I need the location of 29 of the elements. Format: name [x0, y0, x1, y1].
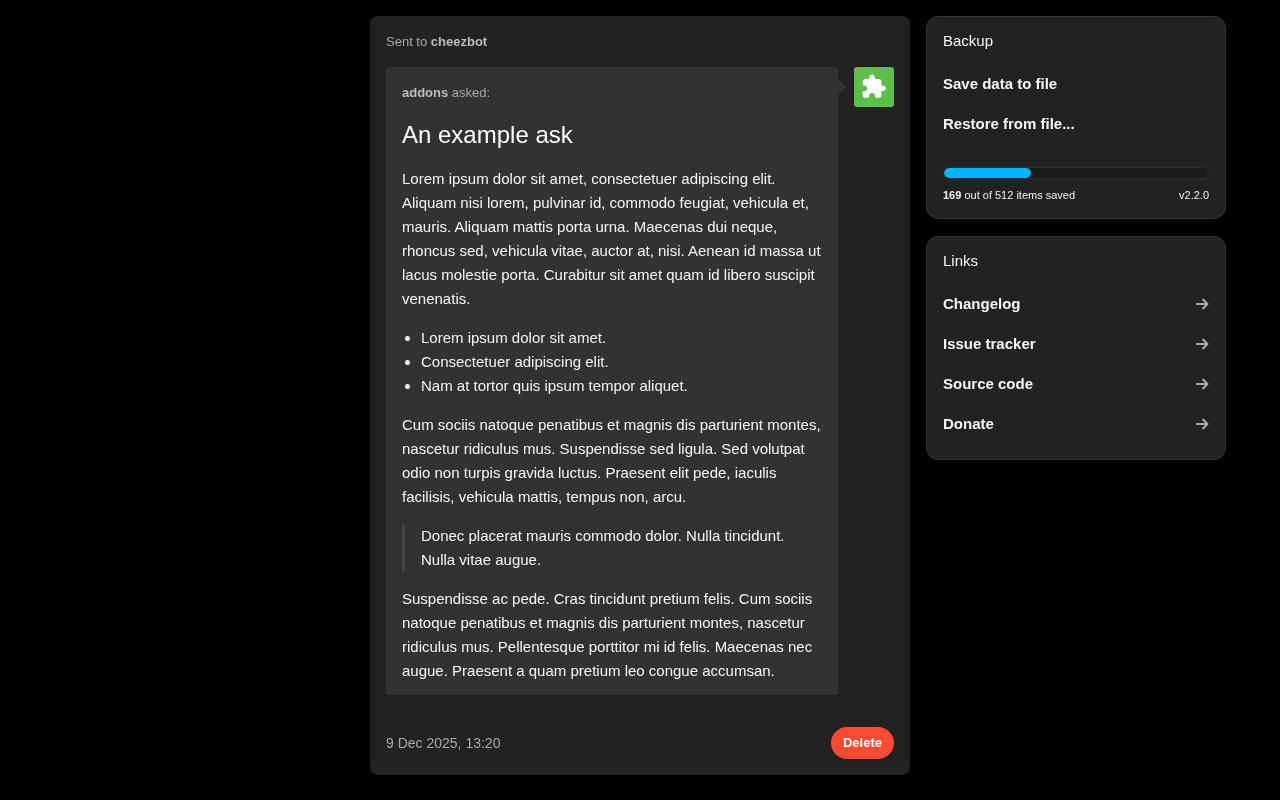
version-label: v2.2.0: [1179, 188, 1209, 203]
list-item-text: Lorem ipsum dolor sit amet.: [421, 328, 607, 348]
arrow-right-icon: [1196, 338, 1209, 350]
panel-title: Links: [943, 251, 980, 271]
progress-caption: 169 out of 512 items saved: [943, 188, 1076, 203]
arrow-right-icon: [1196, 378, 1209, 390]
link-item[interactable]: Changelog: [943, 284, 1209, 324]
body-paragraph: Lorem ipsum dolor sit amet, consectetuer adipiscing elit. Aliquam nisi lorem, pulvinar id, commodo feugiat, vehicula et, mauris. Aliquam mattis porta urna. Maecenas dui neque, rhoncus sed, vehicula vitae, auctor at, nisi. Aenean id massa ut lacus molestie porta. Curabitur sit amet quam id libero suscipit venenatis.: [402, 169, 822, 309]
recipient-line: Sent to cheezbot: [386, 33, 489, 51]
panel-title: Backup: [943, 31, 995, 51]
arrow-right-icon: [1196, 418, 1209, 430]
link-item[interactable]: Issue tracker: [943, 324, 1209, 364]
body-paragraph: Suspendisse ac pede. Cras tincidunt pretium felis. Cum sociis natoque penatibus et magnis dis parturient montes, nascetur ridiculus mus. Pellentesque porttitor mi id felis. Maecenas nec augue. Praesent a quam pretium leo congue accumsan.: [402, 589, 814, 681]
asker-line: addons asked:: [402, 84, 492, 102]
block-quote: Donec placerat mauris commodo dolor. Nulla tincidunt. Nulla vitae augue.: [402, 524, 822, 572]
list-item-text: Nam at tortor quis ipsum tempor aliquet.: [421, 376, 688, 396]
arrow-right-icon: [1196, 298, 1209, 310]
bullet-icon: [405, 383, 410, 389]
bullet-icon: [405, 359, 410, 365]
link-item[interactable]: Source code: [943, 364, 1209, 404]
timestamp: 9 Dec 2025, 13:20: [386, 733, 501, 753]
bullet-icon: [405, 335, 410, 341]
body-paragraph: Cum sociis natoque penatibus et magnis dis parturient montes, nascetur ridiculus mus. Suspendisse sed ligula. Sed volutpat odio non turpis gravida luctus. Praesent elit pede, iaculis facilisis, vehicula mattis, tempus non, arcu.: [402, 415, 822, 507]
puzzle-piece-icon: [854, 67, 894, 107]
backup-action[interactable]: Save data to file: [943, 64, 1209, 104]
backup-action[interactable]: Restore from file...: [943, 104, 1209, 144]
message-title: An example ask: [402, 120, 574, 150]
list-item-text: Consectetuer adipiscing elit.: [421, 352, 609, 372]
link-item[interactable]: Donate: [943, 404, 1209, 444]
